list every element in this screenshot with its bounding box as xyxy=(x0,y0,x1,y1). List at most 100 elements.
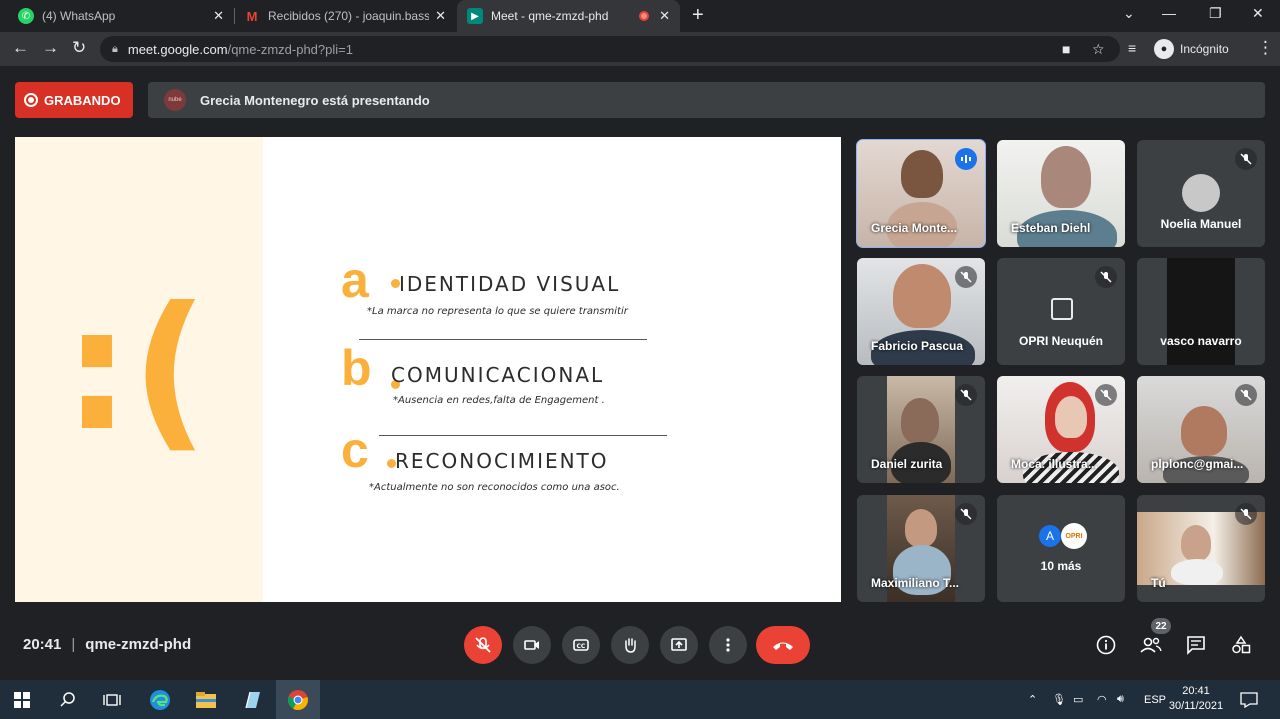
chat-icon xyxy=(1187,636,1205,655)
more-options-button[interactable] xyxy=(709,626,747,664)
meeting-details: 20:41 | qme-zmzd-phd xyxy=(23,636,192,653)
mic-off-icon xyxy=(475,637,491,653)
input-language-indicator[interactable]: ESP xyxy=(1144,680,1166,719)
task-view-icon xyxy=(103,693,121,706)
participant-face xyxy=(905,509,937,547)
whatsapp-icon: ✆ xyxy=(18,8,34,24)
item-letter: a xyxy=(341,252,369,308)
call-end-icon xyxy=(773,642,793,650)
microphone-toggle-button[interactable] xyxy=(464,626,502,664)
search-button[interactable] xyxy=(46,680,90,719)
close-icon[interactable]: ✕ xyxy=(435,8,446,24)
participant-count-badge: 22 xyxy=(1151,618,1171,634)
captions-icon: CC xyxy=(573,639,589,651)
incognito-label: Incógnito xyxy=(1180,42,1229,56)
activities-button[interactable] xyxy=(1229,633,1253,657)
bookmark-star-icon[interactable]: ☆ xyxy=(1092,36,1105,62)
meeting-info-button[interactable] xyxy=(1094,633,1118,657)
participant-tile[interactable]: Tú xyxy=(1137,495,1265,602)
edge-button[interactable] xyxy=(138,680,182,719)
url-path: /qme-zmzd-phd?pli=1 xyxy=(227,41,353,57)
reload-icon[interactable]: ↻ xyxy=(72,38,86,58)
divider xyxy=(379,435,667,436)
chrome-button[interactable] xyxy=(276,680,320,719)
reading-list-icon[interactable]: ≡ xyxy=(1128,40,1136,56)
gmail-icon: M xyxy=(246,8,258,24)
recording-indicator-icon xyxy=(639,11,650,21)
leave-call-button[interactable] xyxy=(756,626,810,664)
slide-subtext: *La marca no representa lo que se quiere… xyxy=(367,306,628,317)
participant-face xyxy=(901,150,943,198)
present-screen-button[interactable] xyxy=(660,626,698,664)
tab-gmail[interactable]: M Recibidos (270) - joaquin.bassan ✕ xyxy=(234,0,456,32)
task-view-button[interactable] xyxy=(90,680,134,719)
mic-off-icon xyxy=(955,266,977,288)
notes-app-button[interactable] xyxy=(230,680,274,719)
participant-name: plplonc@gmai... xyxy=(1151,457,1244,471)
slide-subtext: *Ausencia en redes,falta de Engagement . xyxy=(393,395,605,406)
menu-kebab-icon[interactable]: ⋮ xyxy=(1257,38,1274,58)
chrome-icon xyxy=(287,689,308,710)
participant-name: OPRI Neuquén xyxy=(1018,334,1103,348)
participant-tile[interactable]: Noelia Manuel xyxy=(1137,140,1265,247)
meeting-controls-bar: 20:41 | qme-zmzd-phd CC xyxy=(0,612,1280,678)
svg-text:CC: CC xyxy=(577,643,586,650)
avatar xyxy=(1182,174,1220,212)
divider xyxy=(359,339,647,340)
address-bar[interactable]: 🔒︎ meet.google.com/qme-zmzd-phd?pli=1 ■ … xyxy=(100,36,1120,62)
file-explorer-button[interactable] xyxy=(184,680,228,719)
participant-tile[interactable]: Grecia Monte... xyxy=(856,139,986,248)
participant-tile[interactable]: Daniel zurita xyxy=(857,376,985,483)
participant-tile[interactable]: Maximiliano T... xyxy=(857,495,985,602)
volume-icon[interactable]: 🔊︎ xyxy=(1117,680,1124,719)
tab-meet[interactable]: ▶ Meet - qme-zmzd-phd ✕ xyxy=(457,0,680,32)
show-hidden-icons-icon[interactable]: ⌃ xyxy=(1028,680,1037,719)
tab-whatsapp[interactable]: ✆ (4) WhatsApp ✕ xyxy=(8,0,234,32)
browser-toolbar: ← → ↻ 🔒︎ meet.google.com/qme-zmzd-phd?pl… xyxy=(0,32,1280,66)
chat-button[interactable] xyxy=(1184,633,1208,657)
notifications-icon[interactable] xyxy=(1240,680,1258,719)
windows-logo-icon xyxy=(14,691,30,708)
forward-icon[interactable]: → xyxy=(42,38,59,58)
participant-tile[interactable]: Esteban Diehl xyxy=(997,140,1125,247)
window-close-icon[interactable]: ✕ xyxy=(1252,5,1264,22)
microphone-tray-icon[interactable]: 🎙︎ xyxy=(1052,680,1066,719)
participant-tile[interactable]: Moca. illustra... xyxy=(997,376,1125,483)
taskbar-clock[interactable]: 20:41 30/11/2021 xyxy=(1168,684,1224,714)
close-icon[interactable]: ✕ xyxy=(659,8,670,24)
people-button[interactable] xyxy=(1139,633,1163,657)
presenting-text: Grecia Montenegro está presentando xyxy=(200,92,430,108)
participant-tile[interactable]: plplonc@gmai... xyxy=(1137,376,1265,483)
captions-button[interactable]: CC xyxy=(562,626,600,664)
shared-screen: :( a IDENTIDAD VISUAL *La marca no repre… xyxy=(15,137,841,602)
participant-tile[interactable]: Fabricio Pascua xyxy=(857,258,985,365)
tab-search-icon[interactable]: ⌄ xyxy=(1123,5,1135,22)
start-button[interactable] xyxy=(0,680,44,719)
search-icon xyxy=(60,691,75,707)
participant-face xyxy=(893,264,951,328)
close-icon[interactable]: ✕ xyxy=(213,8,224,24)
mic-off-icon xyxy=(955,384,977,406)
camera-toggle-button[interactable] xyxy=(513,626,551,664)
meeting-code: qme-zmzd-phd xyxy=(85,636,192,653)
tab-title: Meet - qme-zmzd-phd xyxy=(491,9,609,23)
camera-icon[interactable]: ■ xyxy=(1062,36,1070,62)
more-participants-tile[interactable]: A OPRI 10 más xyxy=(997,495,1125,602)
battery-icon[interactable]: ▭ xyxy=(1073,680,1083,719)
building-icon xyxy=(1051,298,1073,320)
participant-name: Grecia Monte... xyxy=(871,221,958,235)
participant-tile[interactable]: vasco navarro xyxy=(1137,258,1265,365)
participant-tile[interactable]: OPRI Neuquén xyxy=(997,258,1125,365)
minimize-icon[interactable]: — xyxy=(1162,5,1176,21)
recording-badge[interactable]: GRABANDO xyxy=(15,82,133,118)
tab-title: Recibidos (270) - joaquin.bassan xyxy=(268,9,430,23)
raise-hand-button[interactable] xyxy=(611,626,649,664)
new-tab-button[interactable]: + xyxy=(692,4,704,27)
more-vert-icon xyxy=(726,638,730,652)
wifi-icon[interactable]: ◠ xyxy=(1097,680,1107,719)
back-icon[interactable]: ← xyxy=(12,38,29,58)
incognito-indicator[interactable]: ● Incógnito xyxy=(1154,37,1229,61)
maximize-icon[interactable]: ❐ xyxy=(1209,5,1222,22)
slide-subtext: *Actualmente no son reconocidos como una… xyxy=(369,482,620,493)
participant-face xyxy=(1181,406,1227,456)
